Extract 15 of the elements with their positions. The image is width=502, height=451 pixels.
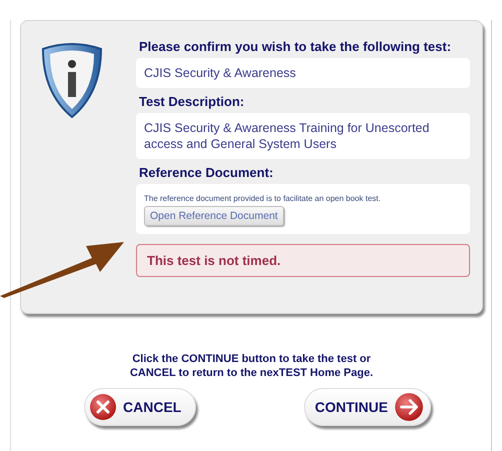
reference-note: The reference document provided is to facilitate an open book test.: [144, 194, 382, 203]
open-reference-button[interactable]: Open Reference Document: [144, 206, 284, 226]
description-field: CJIS Security & Awareness Training for Unescorted access and General System Users: [136, 113, 470, 159]
instruction-text: CANCEL to return to the nexTEST Home Page.: [128, 366, 374, 380]
close-icon: [89, 393, 117, 421]
info-shield-icon: [39, 41, 105, 121]
test-name-field: CJIS Security & Awareness: [136, 58, 470, 88]
instruction-text: Click the CONTINUE button to take the test or: [131, 352, 372, 366]
description-heading: Test Description:: [139, 94, 246, 109]
continue-button[interactable]: CONTINUE: [304, 388, 431, 426]
reference-heading: Reference Document:: [139, 165, 274, 180]
cancel-button[interactable]: CANCEL: [84, 388, 196, 426]
timing-notice: This test is not timed.: [136, 244, 470, 277]
confirm-heading: Please confirm you wish to take the following test:: [139, 39, 452, 54]
arrow-right-icon: [394, 392, 424, 422]
